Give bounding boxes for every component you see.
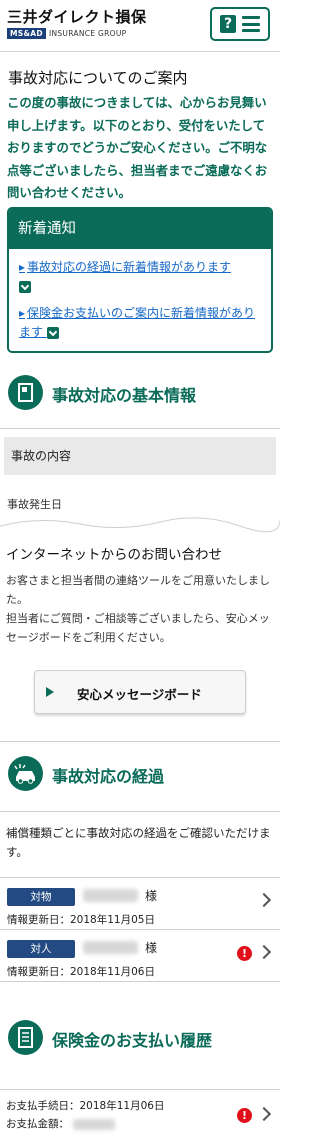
accident-content-band: 事故の内容 [4, 437, 276, 475]
car-crash-icon [8, 756, 43, 791]
divider [0, 811, 280, 812]
new-notice-title: 新着通知 [9, 209, 271, 249]
inquiry-text-line: お客さまと担当者間の連絡ツールをご用意いたしました。 [6, 574, 270, 606]
bullet-icon: ▸ [19, 306, 26, 320]
notice-link-progress[interactable]: ▸ 事故対応の経過に新着情報があります [19, 258, 265, 296]
chevron-right-icon [256, 892, 272, 908]
logo-group-text: INSURANCE GROUP [48, 29, 127, 38]
msad-badge: MS&AD [7, 28, 46, 39]
message-board-label: 安心メッセージボード [77, 687, 202, 702]
progress-description: 補償種類ごとに事故対応の経過をご確認いただけます。 [6, 826, 271, 859]
blurred-amount [73, 1118, 115, 1130]
coverage-badge: 対人 [7, 940, 75, 958]
notice-link-label[interactable]: 事故対応の経過に新着情報があります [27, 260, 231, 274]
payment-amount-line: お支払金額： [6, 1116, 115, 1131]
chevron-down-icon[interactable] [46, 326, 59, 339]
chevron-right-icon [256, 1106, 272, 1122]
help-menu-button[interactable]: ? [210, 7, 270, 41]
inquiry-title: インターネットからのお問い合わせ [6, 547, 222, 563]
new-notice-box: 新着通知 ▸ 事故対応の経過に新着情報があります ▸ 保険金お支払いのご案内に新着情… [7, 207, 273, 353]
updated-date: 情報更新日：2018年11月05日 [7, 914, 155, 926]
document-icon [8, 375, 43, 410]
payment-date: お支払手続日：2018年11月06日 [6, 1100, 165, 1112]
updated-date: 情報更新日：2018年11月06日 [7, 966, 155, 978]
accident-date-label: 事故発生日 [7, 498, 62, 511]
logo-text[interactable]: 三井ダイレクト損保 [7, 6, 147, 27]
bullet-icon: ▸ [19, 260, 26, 274]
inquiry-text-line: 担当者にご質問・ご相談等ございましたら、安心メッセージボードをご利用ください。 [6, 612, 270, 644]
notice-link-payment[interactable]: ▸ 保険金お支払いのご案内に新着情報があります [19, 304, 265, 342]
chevron-down-icon[interactable] [19, 280, 31, 293]
divider [0, 428, 280, 429]
alert-icon: ! [237, 1108, 252, 1123]
progress-title: 事故対応の経過 [52, 767, 165, 786]
progress-row-bodily[interactable]: 対人 様 ! 情報更新日：2018年11月06日 [0, 929, 280, 982]
logo-subtitle: MS&AD INSURANCE GROUP [7, 28, 127, 39]
payment-title: 保険金のお支払い履歴 [52, 1031, 213, 1050]
payment-history-row[interactable]: お支払手続日：2018年11月06日 お支払金額： ! [0, 1089, 280, 1139]
intro-message: この度の事故につきましては、心からお見舞い申し上げます。以下のとおり、受付をいた… [7, 95, 268, 200]
receipt-icon [8, 1020, 43, 1055]
inquiry-text: お客さまと担当者間の連絡ツールをご用意いたしました。 担当者にご質問・ご相談等ご… [6, 571, 276, 647]
torn-edge-divider [0, 517, 280, 542]
chevron-right-icon [256, 944, 272, 960]
page-title: 事故対応についてのご案内 [8, 69, 188, 87]
help-icon: ? [220, 15, 236, 33]
basic-info-title: 事故対応の基本情報 [52, 386, 197, 405]
alert-icon: ! [237, 946, 252, 961]
blurred-name [83, 889, 138, 902]
divider [0, 741, 280, 742]
coverage-badge: 対物 [7, 888, 75, 906]
progress-row-property[interactable]: 対物 様 情報更新日：2018年11月05日 [0, 877, 280, 929]
blurred-name [83, 941, 138, 954]
payment-amount-label: お支払金額： [6, 1118, 69, 1130]
message-board-button[interactable]: 安心メッセージボード [34, 670, 246, 714]
hamburger-menu-icon [242, 16, 260, 32]
honorific-label: 様 [145, 889, 158, 903]
payment-header: 保険金のお支払い履歴 [0, 1009, 280, 1073]
basic-info-header: 事故対応の基本情報 [0, 364, 280, 428]
progress-header: 事故対応の経過 [0, 745, 280, 809]
honorific-label: 様 [145, 941, 158, 955]
app-header: 三井ダイレクト損保 MS&AD INSURANCE GROUP ? [0, 0, 280, 52]
play-arrow-icon [46, 687, 54, 697]
